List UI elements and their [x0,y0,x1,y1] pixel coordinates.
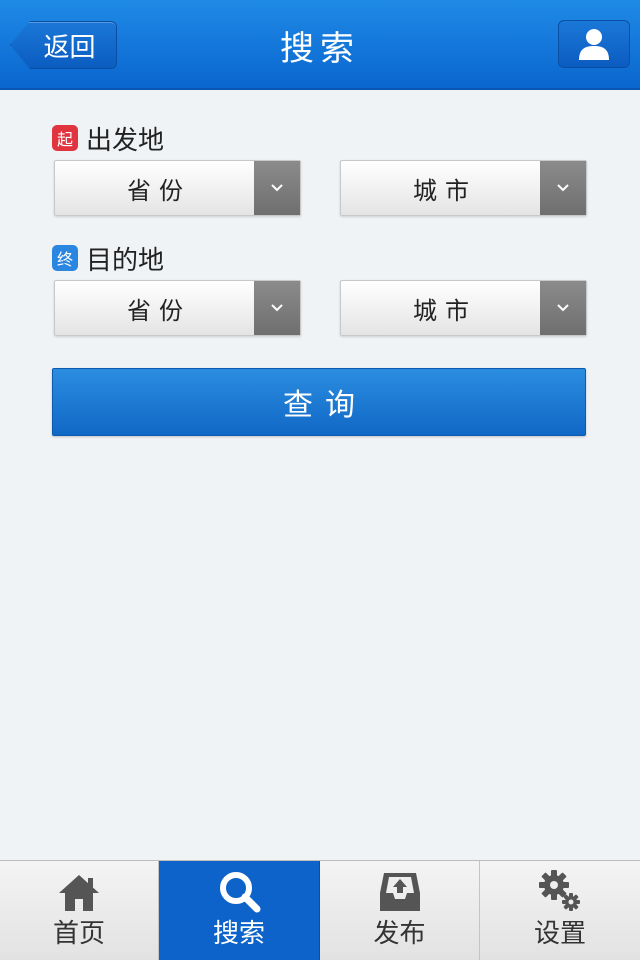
destination-province-select[interactable]: 省份 [54,280,301,336]
origin-city-value: 城市 [413,176,477,205]
origin-province-dropdown-arrow[interactable] [254,161,300,215]
destination-label-text: 目的地 [86,245,165,276]
tab-search-label: 搜索 [212,919,265,949]
user-icon [579,29,609,60]
inbox-upload-icon [379,873,420,911]
search-icon [220,872,261,913]
origin-label-text: 出发地 [86,125,165,156]
header-bar: 搜索 返回 [0,0,640,90]
gear-icon [539,870,580,911]
destination-province-dropdown-arrow[interactable] [254,281,300,335]
origin-province-value: 省份 [127,176,191,205]
tab-home[interactable]: 首页 [0,861,159,960]
chevron-down-icon [271,304,283,312]
tab-bar: 首页 搜索 发布 设置 [0,860,640,960]
user-button[interactable] [558,20,630,68]
destination-badge: 终 [52,245,78,271]
origin-label: 起 出发地 [52,122,165,156]
origin-province-select[interactable]: 省份 [54,160,301,216]
destination-city-dropdown-arrow[interactable] [540,281,586,335]
tab-settings-label: 设置 [533,919,586,949]
chevron-down-icon [271,184,283,192]
tab-search[interactable]: 搜索 [159,861,320,960]
tab-publish-label: 发布 [373,919,426,949]
origin-city-select[interactable]: 城市 [340,160,587,216]
tab-publish[interactable]: 发布 [320,861,480,960]
tab-settings[interactable]: 设置 [480,861,640,960]
home-icon [59,875,99,911]
destination-city-value: 城市 [413,296,477,325]
query-button[interactable]: 查询 [52,368,586,436]
back-button[interactable]: 返回 [10,21,117,69]
chevron-down-icon [557,184,569,192]
destination-city-select[interactable]: 城市 [340,280,587,336]
origin-badge: 起 [52,125,78,151]
tab-home-label: 首页 [52,919,105,949]
destination-label: 终 目的地 [52,242,165,276]
origin-city-dropdown-arrow[interactable] [540,161,586,215]
destination-province-value: 省份 [127,296,191,325]
chevron-down-icon [557,304,569,312]
